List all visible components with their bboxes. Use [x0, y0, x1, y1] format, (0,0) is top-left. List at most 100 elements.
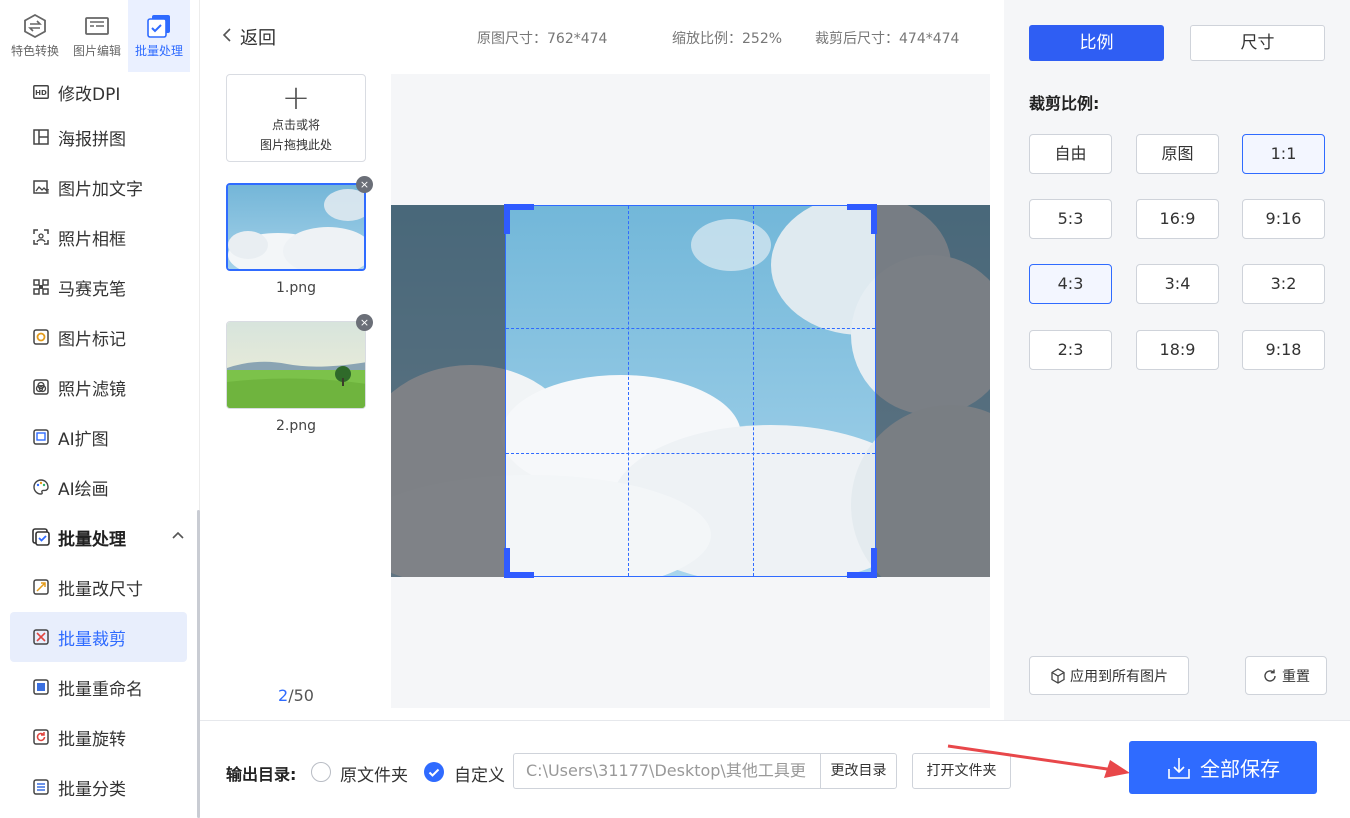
check-icon — [428, 768, 440, 777]
apply-all-button[interactable]: 应用到所有图片 — [1029, 656, 1189, 695]
output-path-input[interactable]: C:\Users\31177\Desktop\其他工具更 — [513, 753, 821, 789]
app-window: 特色转换 图片编辑 批量处理 HD 修改DPI 海报拼图 T 图片加文字 照片相… — [0, 0, 1350, 818]
cropped-size-info: 裁剪后尺寸：474*474 — [815, 31, 960, 47]
change-directory-button[interactable]: 更改目录 — [820, 753, 897, 789]
sidebar-group-batch[interactable]: 批量处理 — [0, 512, 196, 562]
radio-original-label: 原文件夹 — [340, 766, 408, 786]
crop-handle-top-left[interactable] — [504, 204, 534, 234]
reset-label: 重置 — [1282, 668, 1310, 685]
mode-size-button[interactable]: 尺寸 — [1190, 25, 1325, 61]
page-current: 2 — [278, 686, 289, 705]
image-text-icon: T — [32, 178, 50, 196]
ratio-4-3[interactable]: 4:3 — [1029, 264, 1112, 304]
thumbnail-1[interactable]: × — [226, 176, 373, 271]
ratio-free[interactable]: 自由 — [1029, 134, 1112, 174]
sidebar-item-ai-expand[interactable]: AI扩图 — [0, 412, 196, 462]
ratio-original[interactable]: 原图 — [1136, 134, 1219, 174]
tab-label: 特色转换 — [10, 44, 59, 58]
tab-label: 图片编辑 — [72, 44, 121, 58]
radio-original-folder[interactable] — [311, 762, 331, 782]
crop-canvas — [391, 74, 990, 708]
filter-icon — [32, 378, 50, 396]
ai-expand-icon — [32, 428, 50, 446]
sidebar-item-label: 图片标记 — [58, 329, 126, 350]
sidebar-nav: HD 修改DPI 海报拼图 T 图片加文字 照片相框 马赛克笔 图片标记 照片滤… — [0, 72, 196, 812]
chevron-left-icon — [222, 27, 232, 48]
grid-line — [506, 328, 875, 329]
crop-box[interactable] — [504, 204, 877, 578]
sidebar-item-ai-paint[interactable]: AI绘画 — [0, 462, 196, 512]
zoom-info: 缩放比例：252% — [672, 31, 783, 47]
sidebar-item-dpi[interactable]: HD 修改DPI — [0, 72, 196, 112]
refresh-icon — [1264, 669, 1276, 682]
grid-line — [506, 453, 875, 454]
sidebar-item-image-text[interactable]: T 图片加文字 — [0, 162, 196, 212]
mode-ratio-button[interactable]: 比例 — [1029, 25, 1164, 61]
ratio-18-9[interactable]: 18:9 — [1136, 330, 1219, 370]
sidebar-item-batch-classify[interactable]: 批量分类 — [0, 762, 196, 812]
sidebar-item-label: 批量旋转 — [58, 729, 126, 750]
sidebar-item-label: 批量重命名 — [58, 679, 143, 700]
sidebar-item-mark[interactable]: 图片标记 — [0, 312, 196, 362]
batch-check-icon — [32, 528, 50, 546]
ratio-16-9[interactable]: 16:9 — [1136, 199, 1219, 239]
back-button[interactable]: 返回 — [222, 24, 276, 50]
grid-line — [628, 206, 629, 576]
sidebar-item-label: 马赛克笔 — [58, 279, 126, 300]
ratio-3-2[interactable]: 3:2 — [1242, 264, 1325, 304]
sidebar-item-label: 照片相框 — [58, 229, 126, 250]
sidebar-item-label: 图片加文字 — [58, 179, 143, 200]
sidebar-item-label: 批量分类 — [58, 779, 126, 800]
chevron-up-icon[interactable] — [172, 528, 184, 543]
save-all-label: 全部保存 — [1200, 757, 1280, 781]
remove-image-icon[interactable]: × — [356, 314, 373, 331]
tab-image-edit[interactable]: 图片编辑 — [66, 0, 128, 72]
sidebar-group-label: 批量处理 — [58, 529, 126, 550]
tab-label: 批量处理 — [134, 44, 183, 58]
ratio-9-16[interactable]: 9:16 — [1242, 199, 1325, 239]
cube-icon — [1051, 667, 1065, 684]
tab-batch-process[interactable]: 批量处理 — [128, 0, 190, 72]
collage-icon — [32, 128, 50, 146]
dropzone-line2: 图片拖拽此处 — [259, 138, 332, 152]
back-label: 返回 — [240, 28, 276, 49]
ratio-1-1[interactable]: 1:1 — [1242, 134, 1325, 174]
save-all-button[interactable]: 全部保存 — [1129, 741, 1317, 794]
tab-feature-convert[interactable]: 特色转换 — [4, 0, 66, 72]
thumbnail-2[interactable]: × — [226, 314, 373, 409]
ratio-5-3[interactable]: 5:3 — [1029, 199, 1112, 239]
output-dir-label: 输出目录: — [226, 765, 297, 784]
sidebar-item-batch-resize[interactable]: 批量改尺寸 — [0, 562, 196, 612]
sidebar-item-label: AI绘画 — [58, 479, 109, 500]
sidebar-item-batch-rotate[interactable]: 批量旋转 — [0, 712, 196, 762]
ratio-9-18[interactable]: 9:18 — [1242, 330, 1325, 370]
sidebar-item-frame[interactable]: 照片相框 — [0, 212, 196, 262]
crop-handle-bottom-left[interactable] — [504, 548, 534, 578]
sidebar-item-batch-rename[interactable]: 批量重命名 — [0, 662, 196, 712]
ratio-title: 裁剪比例: — [1029, 94, 1100, 113]
sidebar-item-batch-crop[interactable]: 批量裁剪 — [10, 612, 187, 662]
remove-image-icon[interactable]: × — [356, 176, 373, 193]
sidebar-item-mosaic[interactable]: 马赛克笔 — [0, 262, 196, 312]
ratio-2-3[interactable]: 2:3 — [1029, 330, 1112, 370]
reset-button[interactable]: 重置 — [1245, 656, 1327, 695]
palette-icon — [32, 478, 50, 496]
thumbnail-image — [226, 183, 366, 271]
hd-icon: HD — [32, 83, 50, 101]
radio-custom-folder[interactable] — [424, 762, 444, 782]
batch-icon — [145, 12, 173, 40]
add-image-dropzone[interactable]: + 点击或将 图片拖拽此处 — [226, 74, 366, 162]
sidebar-item-collage[interactable]: 海报拼图 — [0, 112, 196, 162]
sidebar-item-label: 海报拼图 — [58, 129, 126, 150]
ratio-3-4[interactable]: 3:4 — [1136, 264, 1219, 304]
mosaic-icon — [32, 278, 50, 296]
annotation-arrow — [947, 744, 1130, 778]
download-icon — [1168, 757, 1190, 779]
sidebar-item-filter[interactable]: 照片滤镜 — [0, 362, 196, 412]
rename-icon — [32, 678, 50, 696]
radio-custom-label: 自定义 — [454, 766, 505, 786]
grid-line — [753, 206, 754, 576]
crop-handle-bottom-right[interactable] — [847, 548, 877, 578]
crop-handle-top-right[interactable] — [847, 204, 877, 234]
sidebar-item-label: 批量改尺寸 — [58, 579, 143, 600]
